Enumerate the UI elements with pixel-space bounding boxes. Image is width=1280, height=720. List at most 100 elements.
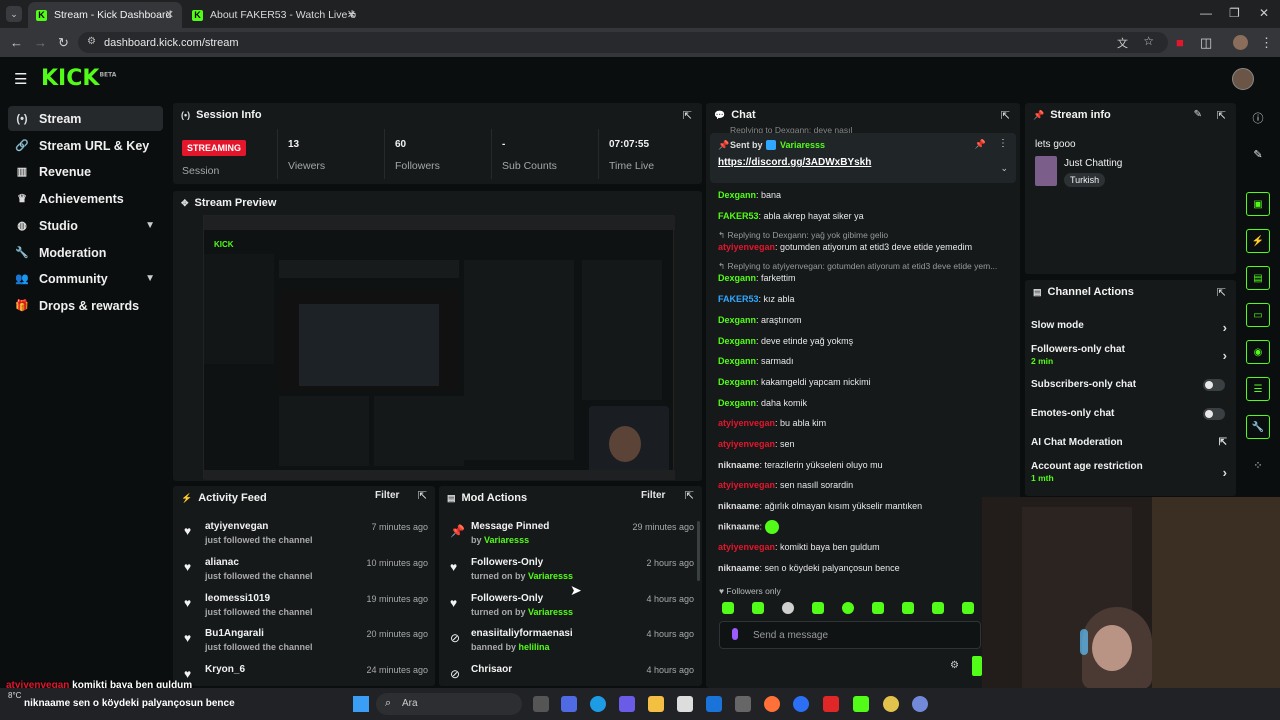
store-icon[interactable] <box>677 696 693 712</box>
ai-moderation-row[interactable]: AI Chat Moderation ⇱ <box>1031 437 1227 448</box>
sidebar-item-stream[interactable]: (•) Stream <box>8 106 163 131</box>
emote-icon[interactable] <box>842 602 854 614</box>
emote-icon[interactable] <box>872 602 884 614</box>
preview-kick-logo: KICK <box>214 240 234 249</box>
edge-icon[interactable] <box>590 696 606 712</box>
extensions-puzzle-icon[interactable]: ◫ <box>1200 35 1212 51</box>
close-tab-icon[interactable]: ✕ <box>165 8 174 21</box>
firefox-icon[interactable] <box>764 696 780 712</box>
sidebar-item-revenue[interactable]: ▥ Revenue <box>8 159 163 184</box>
minimize-icon[interactable]: — <box>1200 6 1212 20</box>
document-icon[interactable]: ▤ <box>1246 266 1270 290</box>
chat-settings-gear-icon[interactable]: ⚙ <box>950 660 959 671</box>
emote-icon <box>764 520 779 534</box>
user-avatar[interactable] <box>1232 68 1254 90</box>
edit-pencil-icon[interactable]: ✎ <box>1246 142 1270 166</box>
url-field[interactable]: ⚙ dashboard.kick.com/stream 文 ☆ <box>78 32 1168 53</box>
hamburger-menu-icon[interactable]: ☰ <box>14 70 27 88</box>
translate-icon[interactable]: 文 <box>1117 35 1128 51</box>
chat-input[interactable]: Send a message <box>719 621 981 649</box>
tab-title: Stream - Kick Dashboard <box>54 9 172 21</box>
emote-icon[interactable] <box>752 602 764 614</box>
reload-icon[interactable]: ↻ <box>58 35 69 51</box>
youtube-icon[interactable] <box>823 696 839 712</box>
maximize-icon[interactable]: ❐ <box>1229 6 1240 20</box>
teams-icon[interactable] <box>619 696 635 712</box>
emote-icon[interactable] <box>902 602 914 614</box>
wrench-icon[interactable]: 🔧 <box>1246 415 1270 439</box>
microphone-icon[interactable] <box>732 628 738 640</box>
back-icon[interactable]: ← <box>10 35 23 50</box>
windows-start-icon[interactable] <box>353 696 369 712</box>
chat-message: FAKER53: kız abla <box>718 294 795 304</box>
chrome-icon[interactable] <box>883 696 899 712</box>
app-icon[interactable] <box>793 696 809 712</box>
sidebar-item-stream-url-key[interactable]: 🔗 Stream URL & Key <box>8 133 163 158</box>
followers-only-row[interactable]: Followers-only chat 2 min › <box>1031 344 1227 366</box>
tab-list-button[interactable]: ⌄ <box>6 6 22 22</box>
broadcast-icon[interactable]: ◉ <box>1246 340 1270 364</box>
chevron-down-icon[interactable]: ⌄ <box>1000 163 1008 174</box>
subscribers-only-toggle[interactable] <box>1203 379 1225 391</box>
chat-icon[interactable]: ▭ <box>1246 303 1270 327</box>
sidebar-item-drops-rewards[interactable]: 🎁 Drops & rewards <box>8 293 163 318</box>
popout-icon[interactable]: ⇱ <box>418 489 427 502</box>
close-window-icon[interactable]: ✕ <box>1259 6 1269 20</box>
more-options-icon[interactable]: ⋮ <box>998 138 1008 149</box>
sidebar-item-moderation[interactable]: 🔧 Moderation <box>8 240 163 265</box>
more-dots-icon[interactable]: ⁘ <box>1246 453 1270 477</box>
weather-widget[interactable]: 8°C <box>8 691 21 700</box>
popout-icon[interactable]: ⇱ <box>1217 109 1226 122</box>
slow-mode-row[interactable]: Slow mode › <box>1031 320 1227 335</box>
layout-icon[interactable]: ☰ <box>1246 377 1270 401</box>
app-icon[interactable] <box>735 696 751 712</box>
popout-icon[interactable]: ⇱ <box>683 109 692 122</box>
send-chat-button[interactable] <box>972 656 982 676</box>
kick-logo[interactable]: KICKBETA <box>41 66 116 91</box>
account-age-row[interactable]: Account age restriction 1 mth › <box>1031 461 1227 483</box>
stream-preview-video[interactable]: KICK <box>203 215 675 480</box>
emote-icon[interactable] <box>962 602 974 614</box>
pinned-link[interactable]: https://discord.gg/3ADWxBYskh <box>718 157 871 168</box>
heart-icon: ♥ <box>184 667 192 681</box>
scrollbar[interactable] <box>697 521 700 581</box>
extension-icon[interactable]: ■ <box>1176 35 1184 50</box>
mouse-cursor-icon: ➤ <box>570 582 582 598</box>
emotes-only-toggle[interactable] <box>1203 408 1225 420</box>
tab-kick-dashboard[interactable]: K Stream - Kick Dashboard ✕ <box>28 2 182 28</box>
copilot-icon[interactable] <box>561 696 577 712</box>
bookmark-star-icon[interactable]: ☆ <box>1143 34 1154 48</box>
sidebar-item-studio[interactable]: ◍ Studio ▼ <box>8 213 163 238</box>
browser-menu-icon[interactable]: ⋮ <box>1260 35 1273 51</box>
popout-icon[interactable]: ⇱ <box>685 489 694 502</box>
emote-icon[interactable] <box>722 602 734 614</box>
kick-app-icon[interactable] <box>853 696 869 712</box>
clip-icon[interactable]: ▣ <box>1246 192 1270 216</box>
taskbar-search[interactable]: ⌕ Ara <box>376 693 522 715</box>
search-icon: ⌕ <box>385 697 392 709</box>
info-icon[interactable]: ⓘ <box>1246 106 1270 130</box>
browser-tab-strip: ⌄ K Stream - Kick Dashboard ✕ K About FA… <box>0 0 1280 28</box>
sidebar-item-community[interactable]: 👥 Community ▼ <box>8 266 163 291</box>
site-info-icon[interactable]: ⚙ <box>87 36 96 47</box>
discord-icon[interactable] <box>912 696 928 712</box>
mod-filter-button[interactable]: Filter <box>641 490 665 501</box>
task-view-icon[interactable] <box>533 696 549 712</box>
unpin-icon[interactable]: 📌 <box>975 139 986 150</box>
popout-icon[interactable]: ⇱ <box>1001 109 1010 122</box>
activity-filter-button[interactable]: Filter <box>375 490 399 501</box>
emote-icon[interactable] <box>812 602 824 614</box>
emote-icon[interactable] <box>932 602 944 614</box>
popout-icon[interactable]: ⇱ <box>1217 286 1226 299</box>
tab-about-faker53[interactable]: K About FAKER53 - Watch Live o ✕ <box>184 2 364 28</box>
outlook-icon[interactable] <box>706 696 722 712</box>
new-tab-icon[interactable]: + <box>348 5 356 21</box>
chat-message: atyiyenvegan: bu abla kim <box>718 418 827 428</box>
forward-icon[interactable]: → <box>34 35 47 50</box>
file-explorer-icon[interactable] <box>648 696 664 712</box>
lightning-icon[interactable]: ⚡ <box>1246 229 1270 253</box>
emote-icon[interactable] <box>782 602 794 614</box>
sidebar-item-achievements[interactable]: ♛ Achievements <box>8 186 163 211</box>
edit-pencil-icon[interactable]: ✎ <box>1194 109 1202 120</box>
profile-avatar[interactable] <box>1233 35 1248 50</box>
